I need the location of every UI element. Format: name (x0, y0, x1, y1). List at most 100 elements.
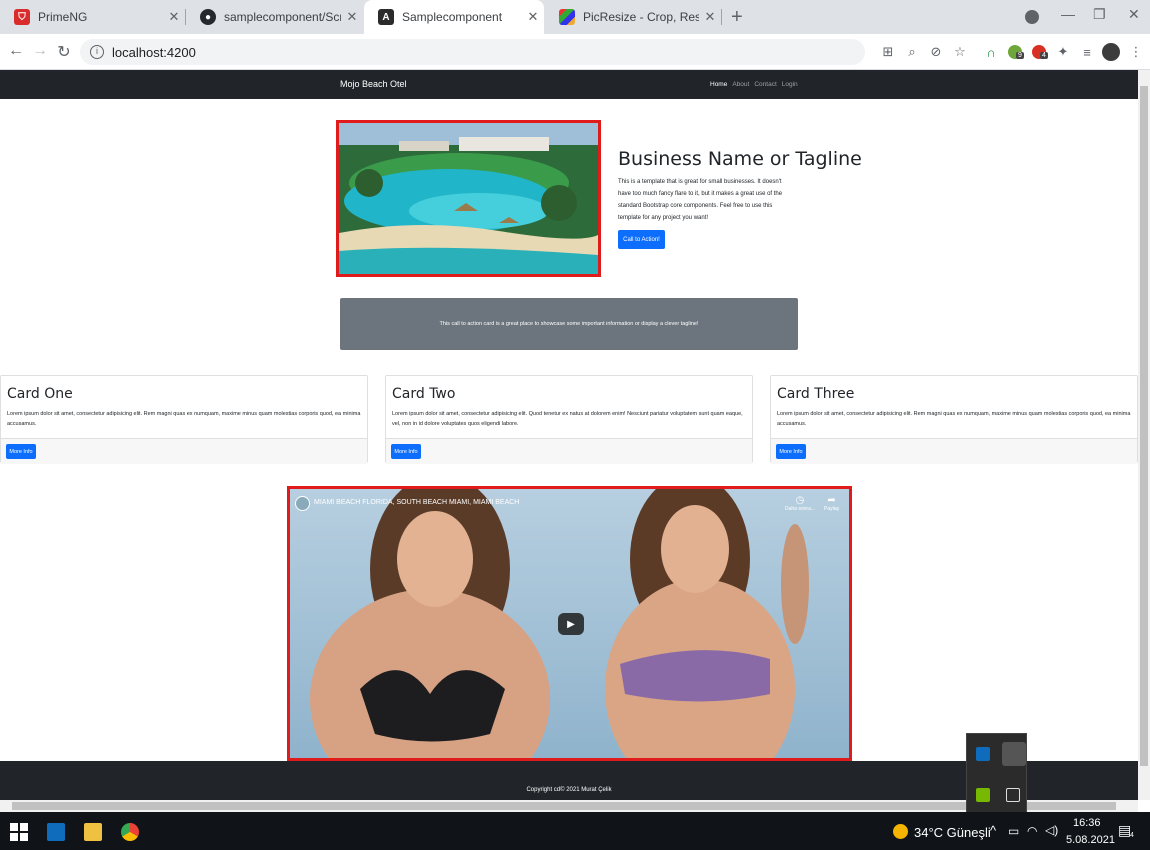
more-info-button[interactable]: More Info (6, 444, 36, 459)
card-title: Card Two (392, 386, 456, 402)
hero-title: Business Name or Tagline (618, 148, 862, 170)
file-explorer-icon[interactable] (84, 823, 102, 841)
nav-links: Home About Contact Login (710, 81, 798, 88)
tab-primeng[interactable]: ⛉ PrimeNG ✕ (0, 0, 185, 34)
extension-badge: 9 (1016, 52, 1024, 59)
windows-taskbar: 34°C Güneşli ^ ▭ ◠ ◁) 16:36 5.08.2021 ▤ … (0, 812, 1150, 850)
scrollbar-thumb[interactable] (12, 802, 1116, 810)
adblock-icon[interactable]: 4 (1031, 44, 1048, 60)
headphones-extension-icon[interactable]: ∩ (983, 44, 999, 60)
close-tab-icon[interactable]: ✕ (341, 9, 363, 25)
tab-title: PicResize - Crop, Resize, Edit ima (583, 10, 699, 24)
channel-logo[interactable] (295, 496, 310, 511)
tab-title: samplecomponent/Screenshot_1 (224, 10, 341, 24)
hero-description: This is a template that is great for sma… (618, 179, 783, 221)
nav-login[interactable]: Login (782, 81, 798, 88)
play-button[interactable]: ▶ (558, 613, 584, 635)
vertical-scrollbar[interactable] (1138, 70, 1150, 800)
volume-icon[interactable]: ◁) (1045, 823, 1058, 837)
minimize-icon[interactable]: — (1061, 6, 1075, 22)
video-title[interactable]: MIAMI BEACH FLORIDA, SOUTH BEACH MIAMI, … (314, 499, 519, 506)
weather-sun-icon[interactable] (893, 824, 908, 839)
card-footer: More Info (1, 438, 367, 464)
play-icon: ▶ (567, 618, 575, 630)
scrollbar-thumb[interactable] (1140, 86, 1148, 766)
angular-icon: A (378, 9, 394, 25)
card-footer: More Info (386, 438, 752, 464)
new-tab-icon[interactable]: + (731, 6, 743, 29)
close-tab-icon[interactable]: ✕ (699, 9, 721, 25)
clock-date[interactable]: 5.08.2021 (1066, 834, 1115, 846)
watch-later-label: Daha sonra... (785, 506, 816, 512)
zoom-icon[interactable]: ⌕ (904, 44, 920, 60)
card-footer: More Info (771, 438, 1137, 464)
share-icon: ➦ (827, 495, 836, 506)
card-three: Card Three Lorem ipsum dolor sit amet, c… (770, 375, 1138, 464)
profile-search-icon[interactable] (1025, 10, 1039, 24)
reload-icon[interactable]: ↻ (54, 42, 74, 62)
nav-home[interactable]: Home (710, 81, 727, 88)
tab-title: PrimeNG (38, 10, 88, 24)
close-window-icon[interactable]: ✕ (1128, 6, 1140, 23)
browser-toolbar: ← → ↻ i localhost:4200 ⊞ ⌕ ⊘ ☆ ∩ 9 4 ✦ ≡… (0, 34, 1150, 70)
picresize-icon (559, 9, 575, 25)
site-brand[interactable]: Mojo Beach Otel (340, 79, 407, 89)
nav-about[interactable]: About (732, 81, 749, 88)
windows-start-icon[interactable] (10, 823, 28, 841)
close-tab-icon[interactable]: ✕ (522, 9, 544, 25)
share-button[interactable]: ➦ Paylaş (824, 495, 839, 512)
nvidia-tray-icon[interactable] (976, 788, 990, 802)
device-tray-icon[interactable] (1006, 788, 1020, 802)
close-tab-icon[interactable]: ✕ (163, 9, 185, 25)
tab-samplecomponent[interactable]: A Samplecomponent ✕ (364, 0, 544, 34)
extension-icon-1[interactable]: 9 (1007, 44, 1024, 60)
tracking-blocked-icon[interactable]: ⊘ (928, 44, 944, 60)
avatar[interactable] (1102, 43, 1120, 61)
back-icon[interactable]: ← (6, 42, 26, 60)
reading-list-icon[interactable]: ≡ (1079, 44, 1095, 60)
call-to-action-banner: This call to action card is a great plac… (340, 298, 798, 350)
forward-icon[interactable]: → (30, 42, 50, 60)
outlook-taskbar-icon[interactable] (47, 823, 65, 841)
weather-text[interactable]: 34°C Güneşli (914, 825, 991, 840)
clock-time[interactable]: 16:36 (1073, 817, 1101, 829)
menu-icon[interactable]: ⋮ (1128, 44, 1144, 60)
outlook-tray-icon[interactable] (976, 747, 990, 761)
share-label: Paylaş (824, 506, 840, 512)
watch-later-button[interactable]: ◷ Daha sonra... (785, 495, 815, 512)
address-bar[interactable]: i localhost:4200 (80, 39, 865, 65)
bookmark-star-icon[interactable]: ☆ (952, 44, 968, 60)
site-info-icon[interactable]: i (90, 45, 104, 59)
web-page: Mojo Beach Otel Home About Contact Login… (0, 70, 1138, 800)
show-hidden-icons-chevron-icon[interactable]: ^ (990, 823, 996, 838)
wifi-icon[interactable]: ◠ (1027, 824, 1037, 838)
battery-icon[interactable]: ▭ (1008, 824, 1019, 838)
call-to-action-button[interactable]: Call to Action! (618, 230, 665, 249)
translate-icon[interactable]: ⊞ (880, 44, 896, 60)
pen-tray-icon[interactable] (1002, 742, 1026, 766)
clock-icon: ◷ (795, 495, 805, 506)
tab-picresize[interactable]: PicResize - Crop, Resize, Edit ima ✕ (545, 0, 721, 34)
tab-github[interactable]: ● samplecomponent/Screenshot_1 ✕ (186, 0, 363, 34)
card-title: Card One (7, 386, 73, 402)
more-info-button[interactable]: More Info (391, 444, 421, 459)
hero-image (336, 120, 601, 277)
hidden-icons-tray (966, 733, 1027, 813)
restore-icon[interactable]: ❐ (1093, 6, 1106, 23)
tab-title: Samplecomponent (402, 10, 503, 24)
primeng-icon: ⛉ (14, 9, 30, 25)
card-text: Lorem ipsum dolor sit amet, consectetur … (7, 411, 361, 427)
more-info-button[interactable]: More Info (776, 444, 806, 459)
tab-separator (721, 9, 722, 25)
card-text: Lorem ipsum dolor sit amet, consectetur … (777, 411, 1131, 427)
tab-strip: ⛉ PrimeNG ✕ ● samplecomponent/Screenshot… (0, 0, 1150, 34)
extensions-puzzle-icon[interactable]: ✦ (1055, 44, 1071, 60)
card-two: Card Two Lorem ipsum dolor sit amet, con… (385, 375, 753, 464)
card-one: Card One Lorem ipsum dolor sit amet, con… (0, 375, 368, 464)
card-text: Lorem ipsum dolor sit amet, consectetur … (392, 411, 743, 427)
resort-pool-image (339, 123, 598, 274)
youtube-video-embed[interactable]: MIAMI BEACH FLORIDA, SOUTH BEACH MIAMI, … (287, 486, 852, 761)
notification-count: 4 (1130, 832, 1134, 839)
nav-contact[interactable]: Contact (754, 81, 776, 88)
chrome-taskbar-icon[interactable] (121, 823, 139, 841)
